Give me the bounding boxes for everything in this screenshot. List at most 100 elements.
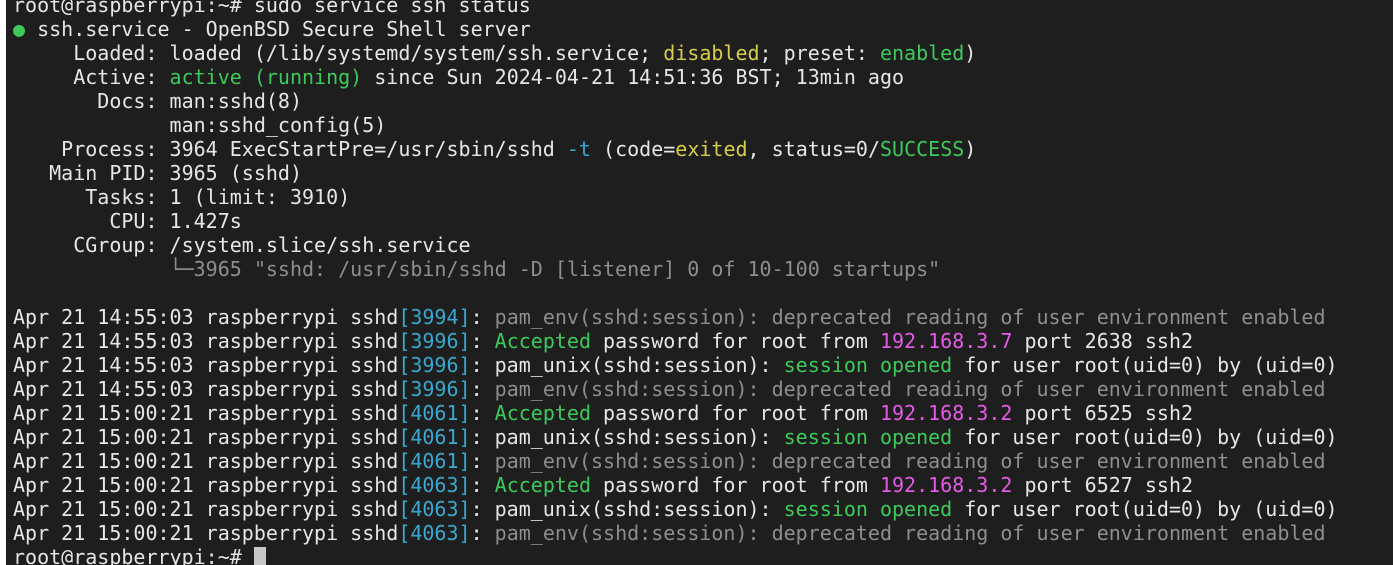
terminal-text: password for root from bbox=[590, 401, 880, 425]
terminal-text: pam_env(sshd:session): deprecated readin… bbox=[494, 377, 1326, 401]
terminal-line: CPU: 1.427s bbox=[13, 209, 1338, 233]
terminal-line: Main PID: 3965 (sshd) bbox=[13, 161, 1338, 185]
terminal-text: root@raspberrypi:~# sudo service ssh sta… bbox=[13, 0, 531, 17]
terminal-text: session opened bbox=[783, 353, 953, 377]
terminal-text: 192.168.3.7 bbox=[879, 329, 1013, 353]
terminal-text: : pam_unix(sshd:session): bbox=[470, 353, 784, 377]
terminal-text: CPU: 1.427s bbox=[13, 209, 242, 233]
terminal-text: exited bbox=[675, 137, 748, 161]
prompt-line: root@raspberrypi:~# sudo service ssh sta… bbox=[13, 0, 1338, 17]
terminal-text: , status=0/ bbox=[747, 137, 880, 161]
terminal-text: Active: bbox=[13, 65, 170, 89]
terminal-text: ssh.service - OpenBSD Secure Shell serve… bbox=[25, 17, 531, 41]
terminal-text: man:sshd_config(5) bbox=[13, 113, 387, 137]
terminal-text: [3996] bbox=[398, 353, 471, 377]
terminal-text: [3994] bbox=[398, 305, 471, 329]
terminal-line: Apr 21 15:00:21 raspberrypi sshd[4061]: … bbox=[13, 449, 1338, 473]
terminal-line: Apr 21 15:00:21 raspberrypi sshd[4063]: … bbox=[13, 473, 1338, 497]
terminal-text: enabled bbox=[879, 41, 965, 65]
status-dot-icon: ● bbox=[13, 17, 26, 41]
terminal-text: Tasks: 1 (limit: 3910) bbox=[13, 185, 351, 209]
terminal-text: pam_env(sshd:session): deprecated readin… bbox=[494, 305, 1326, 329]
terminal-text: [4063] bbox=[398, 473, 471, 497]
terminal-line: Apr 21 15:00:21 raspberrypi sshd[4063]: … bbox=[13, 497, 1338, 521]
terminal-text: disabled bbox=[663, 41, 760, 65]
terminal-text: for user root(uid=0) by (uid=0) bbox=[952, 497, 1338, 521]
terminal-text: ) bbox=[964, 137, 977, 161]
terminal-text: (code= bbox=[590, 137, 676, 161]
terminal-cursor[interactable] bbox=[253, 547, 266, 565]
terminal-text: : bbox=[470, 377, 495, 401]
terminal-output: root@raspberrypi:~# sudo service ssh sta… bbox=[13, 0, 1338, 565]
terminal-text: Apr 21 15:00:21 raspberrypi sshd bbox=[13, 497, 399, 521]
terminal-text: Apr 21 15:00:21 raspberrypi sshd bbox=[13, 401, 399, 425]
terminal-text: Apr 21 15:00:21 raspberrypi sshd bbox=[13, 425, 399, 449]
terminal-text: [4061] bbox=[398, 401, 471, 425]
terminal-text: [3996] bbox=[398, 329, 471, 353]
terminal-line: Apr 21 14:55:03 raspberrypi sshd[3994]: … bbox=[13, 305, 1338, 329]
terminal-text: for user root(uid=0) by (uid=0) bbox=[952, 353, 1338, 377]
terminal-text: -t bbox=[566, 137, 591, 161]
terminal-text: └─3965 "sshd: /usr/sbin/sshd -D [listene… bbox=[13, 257, 941, 281]
terminal-text: Apr 21 15:00:21 raspberrypi sshd bbox=[13, 473, 399, 497]
terminal-text: pam_env(sshd:session): deprecated readin… bbox=[494, 449, 1326, 473]
terminal-text: [4063] bbox=[398, 497, 471, 521]
terminal-text: : bbox=[470, 401, 495, 425]
terminal-text: root@raspberrypi:~# bbox=[13, 545, 254, 565]
terminal-line: Apr 21 14:55:03 raspberrypi sshd[3996]: … bbox=[13, 353, 1338, 377]
terminal-text: pam_env(sshd:session): deprecated readin… bbox=[494, 521, 1326, 545]
terminal-text: active (running) bbox=[169, 65, 363, 89]
terminal-text: session opened bbox=[783, 425, 953, 449]
terminal-window[interactable]: root@raspberrypi:~# sudo service ssh sta… bbox=[6, 0, 1393, 565]
terminal-text: 192.168.3.2 bbox=[879, 473, 1013, 497]
terminal-text: Process: 3964 ExecStartPre=/usr/sbin/ssh… bbox=[13, 137, 567, 161]
terminal-text: 192.168.3.2 bbox=[879, 401, 1013, 425]
terminal-line: Apr 21 15:00:21 raspberrypi sshd[4063]: … bbox=[13, 521, 1338, 545]
terminal-text: Accepted bbox=[494, 329, 591, 353]
terminal-text: : bbox=[470, 521, 495, 545]
terminal-text: Apr 21 15:00:21 raspberrypi sshd bbox=[13, 521, 399, 545]
terminal-text: : bbox=[470, 329, 495, 353]
terminal-text: SUCCESS bbox=[879, 137, 965, 161]
terminal-text: Docs: man:sshd(8) bbox=[13, 89, 302, 113]
terminal-line: CGroup: /system.slice/ssh.service bbox=[13, 233, 1338, 257]
terminal-text: Apr 21 14:55:03 raspberrypi sshd bbox=[13, 305, 399, 329]
terminal-text: Apr 21 14:55:03 raspberrypi sshd bbox=[13, 353, 399, 377]
terminal-line: Docs: man:sshd(8) bbox=[13, 89, 1338, 113]
terminal-text: : bbox=[470, 473, 495, 497]
terminal-text: Accepted bbox=[494, 401, 591, 425]
terminal-text: port 2638 ssh2 bbox=[1012, 329, 1194, 353]
terminal-line: Apr 21 14:55:03 raspberrypi sshd[3996]: … bbox=[13, 377, 1338, 401]
terminal-line: man:sshd_config(5) bbox=[13, 113, 1338, 137]
terminal-text: Main PID: 3965 (sshd) bbox=[13, 161, 302, 185]
terminal-line: Apr 21 15:00:21 raspberrypi sshd[4061]: … bbox=[13, 401, 1338, 425]
terminal-text: : bbox=[470, 449, 495, 473]
terminal-line: Process: 3964 ExecStartPre=/usr/sbin/ssh… bbox=[13, 137, 1338, 161]
terminal-text: ) bbox=[964, 41, 977, 65]
terminal-line: ● ssh.service - OpenBSD Secure Shell ser… bbox=[13, 17, 1338, 41]
terminal-text: : bbox=[470, 305, 495, 329]
terminal-text: password for root from bbox=[590, 473, 880, 497]
terminal-line: Apr 21 15:00:21 raspberrypi sshd[4061]: … bbox=[13, 425, 1338, 449]
terminal-text: password for root from bbox=[590, 329, 880, 353]
terminal-text: Apr 21 14:55:03 raspberrypi sshd bbox=[13, 377, 399, 401]
terminal-text: [4061] bbox=[398, 425, 471, 449]
terminal-line: Apr 21 14:55:03 raspberrypi sshd[3996]: … bbox=[13, 329, 1338, 353]
terminal-line: Active: active (running) since Sun 2024-… bbox=[13, 65, 1338, 89]
terminal-text: Apr 21 14:55:03 raspberrypi sshd bbox=[13, 329, 399, 353]
terminal-text: : pam_unix(sshd:session): bbox=[470, 497, 784, 521]
terminal-text: [4063] bbox=[398, 521, 471, 545]
terminal-text: Apr 21 15:00:21 raspberrypi sshd bbox=[13, 449, 399, 473]
terminal-line: Tasks: 1 (limit: 3910) bbox=[13, 185, 1338, 209]
terminal-line: └─3965 "sshd: /usr/sbin/sshd -D [listene… bbox=[13, 257, 1338, 281]
terminal-text: since Sun 2024-04-21 14:51:36 BST; 13min… bbox=[362, 65, 905, 89]
terminal-text: Loaded: loaded (/lib/systemd/system/ssh.… bbox=[13, 41, 664, 65]
terminal-text: Accepted bbox=[494, 473, 591, 497]
terminal-text: session opened bbox=[783, 497, 953, 521]
terminal-text: [4061] bbox=[398, 449, 471, 473]
prompt-line: root@raspberrypi:~# bbox=[13, 545, 1338, 565]
terminal-text: for user root(uid=0) by (uid=0) bbox=[952, 425, 1338, 449]
terminal-text: : pam_unix(sshd:session): bbox=[470, 425, 784, 449]
terminal-text: port 6527 ssh2 bbox=[1012, 473, 1194, 497]
